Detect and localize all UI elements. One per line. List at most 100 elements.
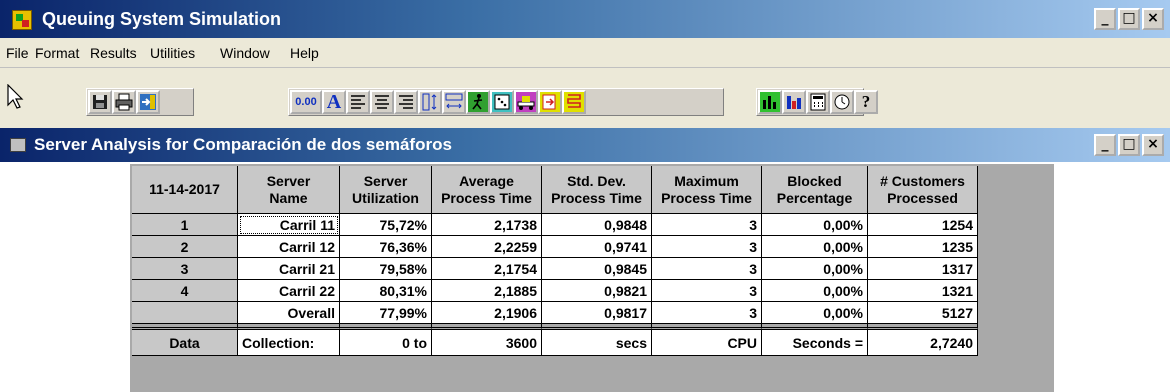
cell-server-name[interactable]: Overall xyxy=(238,302,340,324)
collection-from[interactable]: 0 to xyxy=(340,330,432,356)
menu-format[interactable]: Format xyxy=(35,45,79,61)
cell-average[interactable]: 2,2259 xyxy=(432,236,542,258)
close-button[interactable]: × xyxy=(1142,8,1164,30)
header-server-utilization: Server Utilization xyxy=(340,166,432,214)
cpu-seconds-value[interactable]: 2,7240 xyxy=(868,330,978,356)
cell-processed[interactable]: 1235 xyxy=(868,236,978,258)
cell-blocked[interactable]: 0,00% xyxy=(762,302,868,324)
cell-std-dev[interactable]: 0,9817 xyxy=(542,302,652,324)
cell-blocked[interactable]: 0,00% xyxy=(762,214,868,236)
cell-maximum[interactable]: 3 xyxy=(652,302,762,324)
header-server-name: Server Name xyxy=(238,166,340,214)
row-header: 4 xyxy=(132,280,238,302)
menu-results[interactable]: Results xyxy=(90,45,137,61)
cell-maximum[interactable]: 3 xyxy=(652,258,762,280)
table-row: 4 Carril 22 80,31% 2,1885 0,9821 3 0,00%… xyxy=(132,280,978,302)
cell-maximum[interactable]: 3 xyxy=(652,214,762,236)
maximize-button[interactable]: □ xyxy=(1118,8,1140,30)
header-blocked-percentage: Blocked Percentage xyxy=(762,166,868,214)
cell-utilization[interactable]: 80,31% xyxy=(340,280,432,302)
cell-maximum[interactable]: 3 xyxy=(652,236,762,258)
menu-file[interactable]: File xyxy=(6,45,29,61)
cell-std-dev[interactable]: 0,9845 xyxy=(542,258,652,280)
table-row: 1 Carril 11 75,72% 2,1738 0,9848 3 0,00%… xyxy=(132,214,978,236)
path-icon[interactable] xyxy=(562,90,586,114)
cell-server-name[interactable]: Carril 12 xyxy=(238,236,340,258)
cell-utilization[interactable]: 79,58% xyxy=(340,258,432,280)
row-header: Data xyxy=(132,330,238,356)
app-title: Queuing System Simulation xyxy=(42,9,282,29)
window-icon xyxy=(10,138,26,152)
conveyor-icon[interactable] xyxy=(514,90,538,114)
align-center-icon[interactable] xyxy=(370,90,394,114)
cell-average[interactable]: 2,1754 xyxy=(432,258,542,280)
row-header: 3 xyxy=(132,258,238,280)
save-icon[interactable] xyxy=(88,90,112,114)
table-row: 2 Carril 12 76,36% 2,2259 0,9741 3 0,00%… xyxy=(132,236,978,258)
cell-utilization[interactable]: 76,36% xyxy=(340,236,432,258)
cell-maximum[interactable]: 3 xyxy=(652,280,762,302)
cpu-label[interactable]: CPU xyxy=(652,330,762,356)
seconds-label[interactable]: Seconds = xyxy=(762,330,868,356)
calculator-icon[interactable] xyxy=(806,90,830,114)
collection-to[interactable]: 3600 xyxy=(432,330,542,356)
collection-label[interactable]: Collection: xyxy=(238,330,340,356)
queue-exit-icon[interactable] xyxy=(538,90,562,114)
decimal-format-button[interactable]: 0.00 xyxy=(290,90,322,114)
app-icon xyxy=(12,10,32,30)
cell-server-name[interactable]: Carril 22 xyxy=(238,280,340,302)
bar-chart-icon[interactable] xyxy=(758,90,782,114)
run-simulation-icon[interactable] xyxy=(466,90,490,114)
menu-window[interactable]: Window xyxy=(220,45,270,61)
cell-processed[interactable]: 1254 xyxy=(868,214,978,236)
table-header-row: 11-14-2017 Server Name Server Utilization … xyxy=(132,166,978,214)
minimize-button[interactable]: _ xyxy=(1094,8,1116,30)
menu-help[interactable]: Help xyxy=(290,45,319,61)
align-left-icon[interactable] xyxy=(346,90,370,114)
cell-std-dev[interactable]: 0,9741 xyxy=(542,236,652,258)
cell-utilization[interactable]: 77,99% xyxy=(340,302,432,324)
exit-icon[interactable] xyxy=(136,90,160,114)
print-icon[interactable] xyxy=(112,90,136,114)
cell-blocked[interactable]: 0,00% xyxy=(762,236,868,258)
collection-unit[interactable]: secs xyxy=(542,330,652,356)
app-title-bar: Queuing System Simulation _ □ × xyxy=(0,0,1170,38)
inner-maximize-button[interactable]: □ xyxy=(1118,134,1140,156)
dice-icon[interactable] xyxy=(490,90,514,114)
font-button[interactable]: A xyxy=(322,90,346,114)
server-analysis-window: Server Analysis for Comparación de dos s… xyxy=(0,128,1170,392)
cell-average[interactable]: 2,1738 xyxy=(432,214,542,236)
help-icon[interactable]: ? xyxy=(854,90,878,114)
data-collection-row: Data Collection: 0 to 3600 secs CPU Seco… xyxy=(132,330,978,356)
row-header: 2 xyxy=(132,236,238,258)
column-width-icon[interactable] xyxy=(442,90,466,114)
toolbar: 0.00 A ? xyxy=(0,68,1170,128)
cell-server-name[interactable]: Carril 11 xyxy=(238,214,340,236)
header-std-dev-process-time: Std. Dev. Process Time xyxy=(542,166,652,214)
cell-std-dev[interactable]: 0,9848 xyxy=(542,214,652,236)
header-average-process-time: Average Process Time xyxy=(432,166,542,214)
cell-processed[interactable]: 1321 xyxy=(868,280,978,302)
row-height-icon[interactable] xyxy=(418,90,442,114)
server-analysis-title-bar: Server Analysis for Comparación de dos s… xyxy=(0,128,1170,162)
pointer-cursor-icon[interactable] xyxy=(6,84,24,110)
inner-minimize-button[interactable]: _ xyxy=(1094,134,1116,156)
align-right-icon[interactable] xyxy=(394,90,418,114)
cell-utilization[interactable]: 75,72% xyxy=(340,214,432,236)
histogram-icon[interactable] xyxy=(782,90,806,114)
cell-average[interactable]: 2,1906 xyxy=(432,302,542,324)
menu-utilities[interactable]: Utilities xyxy=(150,45,195,61)
inner-close-button[interactable]: × xyxy=(1142,134,1164,156)
cell-blocked[interactable]: 0,00% xyxy=(762,258,868,280)
window-title: Server Analysis for Comparación de dos s… xyxy=(34,135,452,154)
cell-processed[interactable]: 5127 xyxy=(868,302,978,324)
cell-processed[interactable]: 1317 xyxy=(868,258,978,280)
table-row: 3 Carril 21 79,58% 2,1754 0,9845 3 0,00%… xyxy=(132,258,978,280)
cell-std-dev[interactable]: 0,9821 xyxy=(542,280,652,302)
cell-blocked[interactable]: 0,00% xyxy=(762,280,868,302)
clock-icon[interactable] xyxy=(830,90,854,114)
cell-server-name[interactable]: Carril 21 xyxy=(238,258,340,280)
header-maximum-process-time: Maximum Process Time xyxy=(652,166,762,214)
cell-average[interactable]: 2,1885 xyxy=(432,280,542,302)
header-customers-processed: # Customers Processed xyxy=(868,166,978,214)
